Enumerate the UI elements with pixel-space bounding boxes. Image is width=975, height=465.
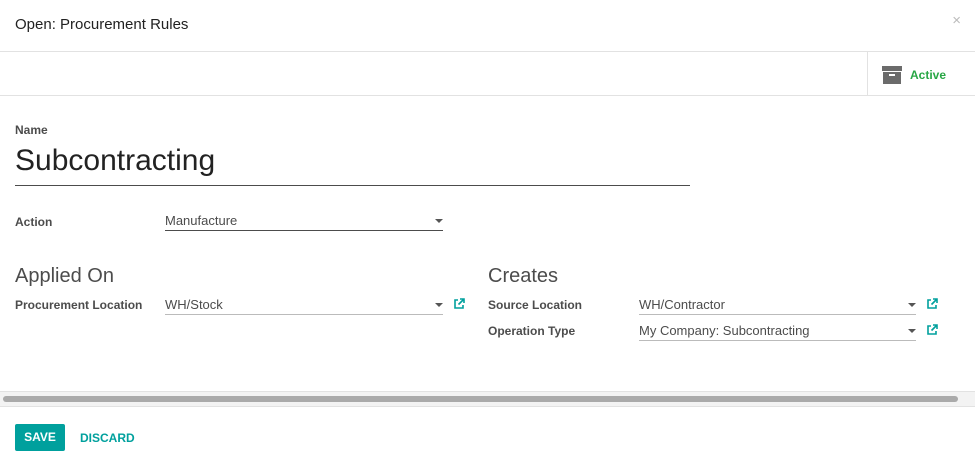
caret-down-icon [908,303,916,307]
caret-down-icon [908,329,916,333]
modal-title: Open: Procurement Rules [15,16,189,33]
applied-on-title: Applied On [15,265,114,287]
external-link-icon[interactable] [926,298,938,310]
source-location-select[interactable]: WH/Contractor [639,296,916,315]
procurement-location-select[interactable]: WH/Stock [165,296,443,315]
caret-down-icon [435,303,443,307]
scrollbar-thumb[interactable] [3,396,958,402]
active-toggle-button[interactable]: Active [867,52,975,95]
action-value: Manufacture [165,213,238,228]
archive-icon [882,66,902,84]
save-button[interactable]: SAVE [15,424,65,451]
action-label: Action [15,215,53,229]
creates-title: Creates [488,265,559,287]
name-value: Subcontracting [15,144,216,177]
source-location-value: WH/Contractor [639,297,725,312]
button-box: Active [0,52,975,96]
horizontal-scrollbar[interactable] [0,391,975,407]
discard-button[interactable]: DISCARD [80,431,135,445]
procurement-location-label: Procurement Location [15,298,143,312]
caret-down-icon [435,219,443,223]
source-location-label: Source Location [488,298,583,312]
name-label: Name [15,123,48,137]
external-link-icon[interactable] [453,298,465,310]
active-label: Active [910,68,947,82]
procurement-location-value: WH/Stock [165,297,223,312]
operation-type-value: My Company: Subcontracting [639,323,810,338]
action-select[interactable]: Manufacture [165,212,443,231]
name-input[interactable]: Subcontracting [15,143,690,186]
operation-type-select[interactable]: My Company: Subcontracting [639,322,916,341]
external-link-icon[interactable] [926,324,938,336]
operation-type-label: Operation Type [488,324,576,338]
modal-header: Open: Procurement Rules × [0,0,975,52]
close-icon[interactable]: × [952,12,961,29]
